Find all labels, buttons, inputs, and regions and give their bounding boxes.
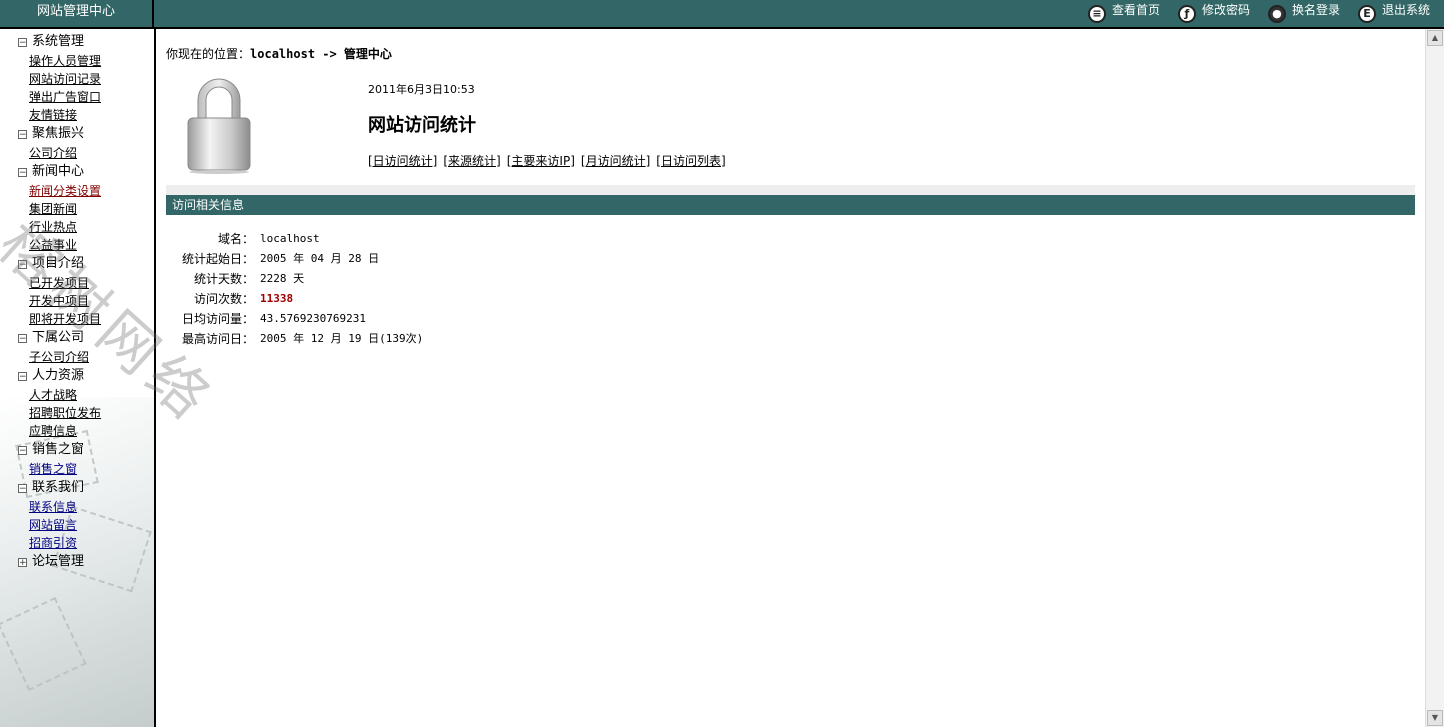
sidebar-item[interactable]: 子公司介绍 [0, 348, 154, 366]
sidebar-menu: − 系统管理 操作人员管理 网站访问记录 弹出广告窗口 友情链接 − 聚焦振兴 公司介绍 − 新闻中… [0, 29, 154, 572]
vertical-scrollbar[interactable]: ▲ ▼ [1425, 29, 1444, 727]
sidebar-group-title: 人力资源 [32, 368, 85, 383]
daily-stats-link[interactable]: [日访问统计] [368, 152, 437, 169]
home-icon: ≡ [1087, 4, 1106, 23]
sidebar-group: − 项目介绍 已开发项目 开发中项目 即将开发项目 [0, 254, 154, 328]
sidebar-group-header[interactable]: − 新闻中心 [0, 162, 154, 182]
sidebar: − 系统管理 操作人员管理 网站访问记录 弹出广告窗口 友情链接 − 聚焦振兴 公司介绍 − 新闻中… [0, 29, 156, 727]
sidebar-item[interactable]: 公司介绍 [0, 144, 154, 162]
lock-icon [187, 78, 251, 174]
visit-info-table: 域名： localhost 统计起始日： 2005 年 04 月 28 日 统计… [166, 229, 423, 349]
collapse-icon[interactable]: − [18, 37, 27, 47]
sidebar-item[interactable]: 招聘职位发布 [0, 404, 154, 422]
sidebar-item[interactable]: 网站留言 [0, 516, 154, 534]
sidebar-item[interactable]: 新闻分类设置 [0, 182, 154, 200]
expand-icon[interactable]: + [18, 557, 27, 567]
sidebar-group: − 聚焦振兴 公司介绍 [0, 124, 154, 162]
scroll-up-icon[interactable]: ▲ [1427, 30, 1443, 46]
monthly-stats-link[interactable]: [月访问统计] [581, 152, 650, 169]
sidebar-group-header[interactable]: − 聚焦振兴 [0, 124, 154, 144]
sidebar-item[interactable]: 联系信息 [0, 498, 154, 516]
current-datetime: 2011年6月3日10:53 [368, 83, 475, 96]
sidebar-group-title: 联系我们 [32, 480, 85, 495]
sidebar-group: − 新闻中心 新闻分类设置 集团新闻 行业热点 公益事业 [0, 162, 154, 254]
key-icon: ƒ [1177, 4, 1196, 23]
main-visitor-ip-link[interactable]: [主要来访IP] [507, 152, 575, 169]
scroll-down-icon[interactable]: ▼ [1427, 710, 1443, 726]
sidebar-item[interactable]: 销售之窗 [0, 460, 154, 478]
sidebar-group-title: 项目介绍 [32, 256, 85, 271]
user-icon: ● [1267, 4, 1286, 23]
sidebar-group-header[interactable]: + 论坛管理 [0, 552, 154, 572]
sidebar-group-title: 聚焦振兴 [32, 126, 85, 141]
top-links: ≡ 查看首页 ƒ 修改密码 ● 换名登录 E 退出系统 [1087, 0, 1430, 27]
breadcrumb: 你现在的位置：localhost -> 管理中心 [166, 47, 392, 61]
main-content: 你现在的位置：localhost -> 管理中心 2011年6月3日10:53 … [156, 29, 1426, 727]
sidebar-group-header[interactable]: − 人力资源 [0, 366, 154, 386]
collapse-icon[interactable]: − [18, 167, 27, 177]
info-row-domain: 域名： localhost [217, 232, 320, 246]
sidebar-item[interactable]: 弹出广告窗口 [0, 88, 154, 106]
sidebar-group: − 系统管理 操作人员管理 网站访问记录 弹出广告窗口 友情链接 [0, 32, 154, 124]
sidebar-group: − 销售之窗 销售之窗 [0, 440, 154, 478]
sidebar-group-header[interactable]: − 联系我们 [0, 478, 154, 498]
info-row-daily-average: 日均访问量： 43.5769230769231 [181, 312, 366, 326]
sidebar-item[interactable]: 开发中项目 [0, 292, 154, 310]
sidebar-group-title: 新闻中心 [32, 164, 85, 179]
sidebar-item[interactable]: 应聘信息 [0, 422, 154, 440]
sidebar-group: − 下属公司 子公司介绍 [0, 328, 154, 366]
collapse-icon[interactable]: − [18, 483, 27, 493]
switch-login-link[interactable]: ● 换名登录 [1267, 0, 1340, 27]
change-password-link[interactable]: ƒ 修改密码 [1177, 0, 1250, 27]
exit-icon: E [1357, 4, 1376, 23]
sidebar-item[interactable]: 即将开发项目 [0, 310, 154, 328]
sidebar-group: − 人力资源 人才战略 招聘职位发布 应聘信息 [0, 366, 154, 440]
sidebar-group-title: 论坛管理 [32, 554, 85, 569]
page-title: 网站访问统计 [368, 115, 476, 136]
logout-link[interactable]: E 退出系统 [1357, 0, 1430, 27]
view-homepage-link[interactable]: ≡ 查看首页 [1087, 0, 1160, 27]
site-title: 网站管理中心 [0, 0, 154, 27]
stats-subnav: [日访问统计] [来源统计] [主要来访IP] [月访问统计] [日访问列表] [368, 152, 726, 169]
sidebar-item[interactable]: 已开发项目 [0, 274, 154, 292]
sidebar-group-title: 系统管理 [32, 34, 85, 49]
collapse-icon[interactable]: − [18, 445, 27, 455]
sidebar-item[interactable]: 网站访问记录 [0, 70, 154, 88]
sidebar-item[interactable]: 友情链接 [0, 106, 154, 124]
daily-list-link[interactable]: [日访问列表] [656, 152, 725, 169]
info-row-days: 统计天数： 2228 天 [193, 272, 305, 286]
sidebar-item[interactable]: 人才战略 [0, 386, 154, 404]
section-header: 访问相关信息 [166, 195, 1415, 215]
sidebar-item[interactable]: 行业热点 [0, 218, 154, 236]
breadcrumb-path: localhost -> 管理中心 [250, 47, 392, 61]
sidebar-item[interactable]: 操作人员管理 [0, 52, 154, 70]
sidebar-group: + 论坛管理 [0, 552, 154, 572]
info-row-visits: 访问次数： 11338 [193, 292, 294, 306]
info-row-peak-day: 最高访问日： 2005 年 12 月 19 日(139次) [181, 332, 424, 346]
collapse-icon[interactable]: − [18, 333, 27, 343]
source-stats-link[interactable]: [来源统计] [443, 152, 500, 169]
sidebar-group-title: 下属公司 [32, 330, 85, 345]
sidebar-group-header[interactable]: − 系统管理 [0, 32, 154, 52]
collapse-icon[interactable]: − [18, 129, 27, 139]
sidebar-group-header[interactable]: − 销售之窗 [0, 440, 154, 460]
sidebar-item[interactable]: 集团新闻 [0, 200, 154, 218]
sidebar-item[interactable]: 招商引资 [0, 534, 154, 552]
top-bar: 网站管理中心 ≡ 查看首页 ƒ 修改密码 ● 换名登录 E 退出系统 [0, 0, 1444, 29]
sidebar-group-title: 销售之窗 [32, 442, 85, 457]
collapse-icon[interactable]: − [18, 259, 27, 269]
sidebar-group-header[interactable]: − 项目介绍 [0, 254, 154, 274]
collapse-icon[interactable]: − [18, 371, 27, 381]
sidebar-group: − 联系我们 联系信息 网站留言 招商引资 [0, 478, 154, 552]
sidebar-group-header[interactable]: − 下属公司 [0, 328, 154, 348]
sidebar-item[interactable]: 公益事业 [0, 236, 154, 254]
info-row-start-date: 统计起始日： 2005 年 04 月 28 日 [181, 252, 380, 266]
section-spacer [166, 185, 1415, 195]
